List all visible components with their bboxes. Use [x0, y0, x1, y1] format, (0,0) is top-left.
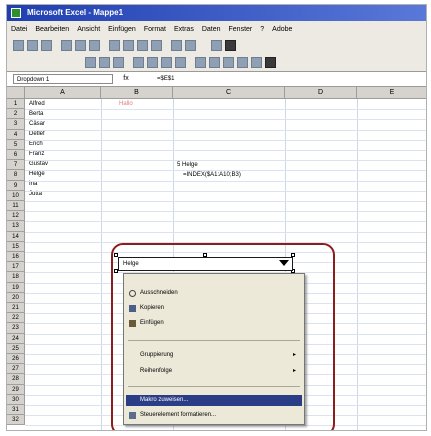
new-icon[interactable]	[13, 40, 24, 51]
column-header-c[interactable]: C	[173, 87, 285, 99]
merge-icon[interactable]	[175, 57, 186, 68]
select-all-corner[interactable]	[7, 87, 25, 99]
align-left-icon[interactable]	[133, 57, 144, 68]
standard-toolbar	[7, 37, 426, 54]
row-header-15[interactable]: 15	[7, 241, 25, 252]
cell-a6[interactable]: Franz	[29, 150, 44, 159]
fill-color-icon[interactable]	[251, 57, 262, 68]
cell-b1[interactable]: Hallo	[119, 100, 133, 109]
row-header-8[interactable]: 8	[7, 170, 25, 181]
indent-icon[interactable]	[223, 57, 234, 68]
percent-icon[interactable]	[209, 57, 220, 68]
menu-bar: Datei Bearbeiten Ansicht Einfügen Format…	[7, 21, 426, 37]
chart-wizard-icon[interactable]	[225, 40, 236, 51]
row-header-2[interactable]: 2	[7, 109, 25, 120]
row-header-12[interactable]: 12	[7, 211, 25, 222]
paste-icon[interactable]	[137, 40, 148, 51]
italic-icon[interactable]	[99, 57, 110, 68]
row-header-5[interactable]: 5	[7, 139, 25, 150]
print-icon[interactable]	[61, 40, 72, 51]
row-header-21[interactable]: 21	[7, 303, 25, 314]
cell-a4[interactable]: Detlef	[29, 130, 45, 139]
row-header-7[interactable]: 7	[7, 160, 25, 171]
row-header-19[interactable]: 19	[7, 282, 25, 293]
column-header-a[interactable]: A	[25, 87, 101, 99]
row-header-20[interactable]: 20	[7, 292, 25, 303]
row-header-1[interactable]: 1	[7, 99, 25, 110]
underline-icon[interactable]	[113, 57, 124, 68]
row-header-24[interactable]: 24	[7, 333, 25, 344]
formula-bar: Dropdown 1 fx =$E$1	[7, 71, 426, 87]
row-header-29[interactable]: 29	[7, 384, 25, 395]
column-header-e[interactable]: E	[357, 87, 426, 99]
title-bar: Microsoft Excel - Mappe1	[7, 5, 426, 21]
row-header-3[interactable]: 3	[7, 119, 25, 130]
row-header-30[interactable]: 30	[7, 394, 25, 405]
cell-a2[interactable]: Berta	[29, 110, 43, 119]
sum-icon[interactable]	[211, 40, 222, 51]
formula-input[interactable]: =$E$1	[157, 74, 175, 84]
format-painter-icon[interactable]	[151, 40, 162, 51]
open-icon[interactable]	[27, 40, 38, 51]
menu-ansicht[interactable]: Ansicht	[77, 26, 100, 33]
row-header-13[interactable]: 13	[7, 221, 25, 232]
cell-a3[interactable]: Cäsar	[29, 120, 45, 129]
row-header-25[interactable]: 25	[7, 343, 25, 354]
menu-datei[interactable]: Datei	[11, 26, 27, 33]
menu-help[interactable]: ?	[260, 26, 264, 33]
cell-a7[interactable]: Gustav	[29, 160, 48, 169]
menu-fenster[interactable]: Fenster	[229, 26, 253, 33]
row-header-22[interactable]: 22	[7, 313, 25, 324]
redo-icon[interactable]	[185, 40, 196, 51]
menu-einfuegen[interactable]: Einfügen	[108, 26, 136, 33]
row-header-32[interactable]: 32	[7, 415, 25, 426]
highlight-callout-frame	[111, 243, 335, 430]
copy-icon[interactable]	[123, 40, 134, 51]
row-header-28[interactable]: 28	[7, 374, 25, 385]
row-header-17[interactable]: 17	[7, 262, 25, 273]
borders-icon[interactable]	[237, 57, 248, 68]
row-header-10[interactable]: 10	[7, 190, 25, 201]
row-header-6[interactable]: 6	[7, 150, 25, 161]
formatting-toolbar	[7, 54, 426, 71]
cell-c3[interactable]: 5 Helge	[177, 161, 198, 170]
bold-icon[interactable]	[85, 57, 96, 68]
row-header-18[interactable]: 18	[7, 272, 25, 283]
font-color-icon[interactable]	[265, 57, 276, 68]
name-box[interactable]: Dropdown 1	[13, 74, 113, 84]
row-header-23[interactable]: 23	[7, 323, 25, 334]
menu-format[interactable]: Format	[144, 26, 166, 33]
spelling-icon[interactable]	[89, 40, 100, 51]
preview-icon[interactable]	[75, 40, 86, 51]
row-header-11[interactable]: 11	[7, 201, 25, 212]
excel-window: Microsoft Excel - Mappe1 Datei Bearbeite…	[6, 4, 427, 431]
cell-a5[interactable]: Erich	[29, 140, 43, 149]
menu-bearbeiten[interactable]: Bearbeiten	[35, 26, 69, 33]
cell-c4[interactable]: =INDEX($A1:A10;B3)	[183, 171, 241, 180]
column-header-d[interactable]: D	[285, 87, 357, 99]
align-center-icon[interactable]	[147, 57, 158, 68]
window-title: Microsoft Excel - Mappe1	[27, 8, 124, 17]
menu-extras[interactable]: Extras	[174, 26, 194, 33]
row-header-16[interactable]: 16	[7, 252, 25, 263]
row-header-9[interactable]: 9	[7, 180, 25, 191]
menu-daten[interactable]: Daten	[202, 26, 221, 33]
menu-adobe[interactable]: Adobe	[272, 26, 292, 33]
currency-icon[interactable]	[195, 57, 206, 68]
row-header-26[interactable]: 26	[7, 354, 25, 365]
row-header-4[interactable]: 4	[7, 129, 25, 140]
row-header-31[interactable]: 31	[7, 405, 25, 416]
excel-app-icon	[11, 8, 21, 18]
save-icon[interactable]	[41, 40, 52, 51]
column-header-b[interactable]: B	[101, 87, 173, 99]
undo-icon[interactable]	[171, 40, 182, 51]
row-header-14[interactable]: 14	[7, 231, 25, 242]
fx-icon[interactable]: fx	[117, 74, 135, 84]
cut-icon[interactable]	[109, 40, 120, 51]
align-right-icon[interactable]	[161, 57, 172, 68]
row-header-27[interactable]: 27	[7, 364, 25, 375]
cell-a1[interactable]: Alfred	[29, 100, 45, 109]
